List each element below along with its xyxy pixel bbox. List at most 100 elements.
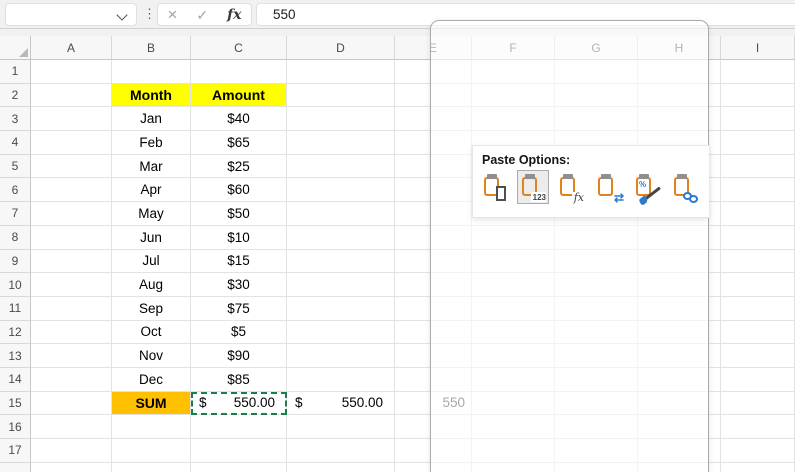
cell-D17[interactable] <box>287 439 395 463</box>
cell-A8[interactable] <box>31 226 112 250</box>
paste-option-values[interactable]: 123 <box>517 170 549 204</box>
cell-D1[interactable] <box>287 60 395 84</box>
cell-D12[interactable] <box>287 321 395 345</box>
row-header-1[interactable]: 1 <box>0 60 31 84</box>
cell-A17[interactable] <box>31 439 112 463</box>
cell-B7[interactable]: May <box>112 202 191 226</box>
row-header-6[interactable]: 6 <box>0 178 31 202</box>
cell-B16[interactable] <box>112 415 191 439</box>
cell-A1[interactable] <box>31 60 112 84</box>
row-header-15[interactable]: 15 <box>0 392 31 416</box>
cell-B15[interactable]: SUM <box>112 392 191 416</box>
column-header-D[interactable]: D <box>287 36 395 60</box>
cell-I15[interactable] <box>721 392 795 416</box>
cell-D10[interactable] <box>287 273 395 297</box>
cell-B6[interactable]: Apr <box>112 178 191 202</box>
cell-A6[interactable] <box>31 178 112 202</box>
cell-A16[interactable] <box>31 415 112 439</box>
paste-option-formulas[interactable]: fx <box>555 170 587 204</box>
cell-I6[interactable] <box>721 178 795 202</box>
cell-B1[interactable] <box>112 60 191 84</box>
paste-option-paste-link[interactable] <box>669 170 701 204</box>
cell-A5[interactable] <box>31 155 112 179</box>
paste-option-paste[interactable] <box>479 170 511 204</box>
row-header-13[interactable]: 13 <box>0 344 31 368</box>
cell-C16[interactable] <box>191 415 287 439</box>
cell-I14[interactable] <box>721 368 795 392</box>
cell-C10[interactable]: $30 <box>191 273 287 297</box>
column-header-I[interactable]: I <box>721 36 795 60</box>
cell-I13[interactable] <box>721 344 795 368</box>
cell-B3[interactable]: Jan <box>112 107 191 131</box>
cell-A13[interactable] <box>31 344 112 368</box>
cell-I11[interactable] <box>721 297 795 321</box>
column-header-A[interactable]: A <box>31 36 112 60</box>
cell-B11[interactable]: Sep <box>112 297 191 321</box>
cell-B13[interactable]: Nov <box>112 344 191 368</box>
cell-D18[interactable] <box>287 463 395 472</box>
cell-B17[interactable] <box>112 439 191 463</box>
row-header-17[interactable]: 17 <box>0 439 31 463</box>
cell-B9[interactable]: Jul <box>112 250 191 274</box>
cell-D9[interactable] <box>287 250 395 274</box>
cell-C12[interactable]: $5 <box>191 321 287 345</box>
cell-C1[interactable] <box>191 60 287 84</box>
row-header-4[interactable]: 4 <box>0 131 31 155</box>
column-header-B[interactable]: B <box>112 36 191 60</box>
row-header-9[interactable]: 9 <box>0 250 31 274</box>
cell-C7[interactable]: $50 <box>191 202 287 226</box>
row-header-2[interactable]: 2 <box>0 84 31 108</box>
cell-C6[interactable]: $60 <box>191 178 287 202</box>
cell-B18[interactable] <box>112 463 191 472</box>
cell-D5[interactable] <box>287 155 395 179</box>
cell-C17[interactable] <box>191 439 287 463</box>
row-header-14[interactable]: 14 <box>0 368 31 392</box>
select-all-corner[interactable] <box>0 36 31 60</box>
cell-I18[interactable] <box>721 463 795 472</box>
cell-I17[interactable] <box>721 439 795 463</box>
cell-C14[interactable]: $85 <box>191 368 287 392</box>
cell-C13[interactable]: $90 <box>191 344 287 368</box>
cell-B2[interactable]: Month <box>112 84 191 108</box>
row-header-5[interactable]: 5 <box>0 155 31 179</box>
cell-B12[interactable]: Oct <box>112 321 191 345</box>
cell-A4[interactable] <box>31 131 112 155</box>
cell-B10[interactable]: Aug <box>112 273 191 297</box>
row-header-18[interactable] <box>0 463 31 472</box>
cell-A10[interactable] <box>31 273 112 297</box>
cell-D8[interactable] <box>287 226 395 250</box>
cell-D3[interactable] <box>287 107 395 131</box>
cell-A12[interactable] <box>31 321 112 345</box>
cell-D6[interactable] <box>287 178 395 202</box>
cell-I16[interactable] <box>721 415 795 439</box>
cell-D16[interactable] <box>287 415 395 439</box>
cell-A2[interactable] <box>31 84 112 108</box>
cell-D11[interactable] <box>287 297 395 321</box>
cell-I8[interactable] <box>721 226 795 250</box>
cell-A9[interactable] <box>31 250 112 274</box>
paste-option-transpose[interactable]: ⇄ <box>593 170 625 204</box>
row-header-7[interactable]: 7 <box>0 202 31 226</box>
cell-I3[interactable] <box>721 107 795 131</box>
cell-C8[interactable]: $10 <box>191 226 287 250</box>
cell-I2[interactable] <box>721 84 795 108</box>
cell-A7[interactable] <box>31 202 112 226</box>
insert-function-icon[interactable]: fx <box>227 7 241 23</box>
row-header-12[interactable]: 12 <box>0 321 31 345</box>
row-header-11[interactable]: 11 <box>0 297 31 321</box>
name-box[interactable] <box>5 3 137 26</box>
cell-I4[interactable] <box>721 131 795 155</box>
menu-dots-icon[interactable]: ⋮ <box>143 6 156 21</box>
cell-C15[interactable]: $550.00 <box>191 392 287 416</box>
cell-B8[interactable]: Jun <box>112 226 191 250</box>
cell-D14[interactable] <box>287 368 395 392</box>
cell-A18[interactable] <box>31 463 112 472</box>
cancel-icon[interactable]: × <box>167 6 177 23</box>
cell-C5[interactable]: $25 <box>191 155 287 179</box>
cell-A3[interactable] <box>31 107 112 131</box>
cell-A11[interactable] <box>31 297 112 321</box>
cell-C4[interactable]: $65 <box>191 131 287 155</box>
row-header-10[interactable]: 10 <box>0 273 31 297</box>
cell-C11[interactable]: $75 <box>191 297 287 321</box>
cell-D4[interactable] <box>287 131 395 155</box>
